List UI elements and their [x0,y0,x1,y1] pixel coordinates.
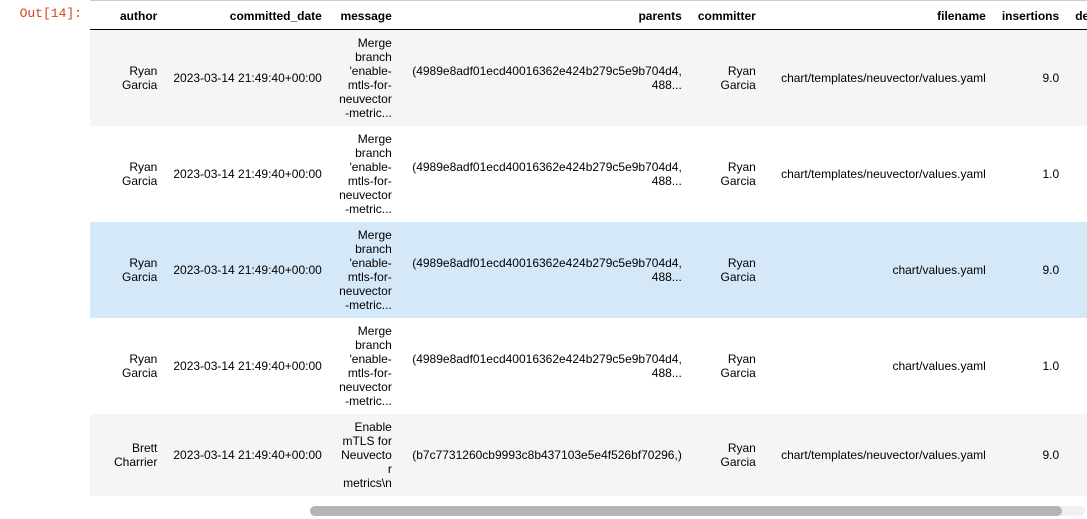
cell-message: Merge branch 'enable-mtls-for-neuvector-… [330,30,400,127]
cell-committer: Ryan Garcia [690,318,764,414]
table-row[interactable]: Ryan Garcia 2023-03-14 21:49:40+00:00 Me… [90,126,1087,222]
cell-deletions: 2.0 [1067,414,1087,496]
table-scroll[interactable]: author committed_date message parents co… [90,3,1087,496]
cell-insertions: 9.0 [994,30,1067,127]
output-prompt: Out[14]: [20,6,82,21]
col-author: author [106,3,165,30]
table-row[interactable]: Ryan Garcia 2023-03-14 21:49:40+00:00 Me… [90,318,1087,414]
col-committer: committer [690,3,764,30]
cell-author: Ryan Garcia [106,318,165,414]
cell-parents: (4989e8adf01ecd40016362e424b279c5e9b704d… [400,126,690,222]
cell-committer: Ryan Garcia [690,222,764,318]
dataframe-table: author committed_date message parents co… [90,3,1087,496]
col-deletions: deletions [1067,3,1087,30]
horizontal-scrollbar[interactable] [310,506,1085,516]
cell-deletions: 1.0 [1067,126,1087,222]
cell-author: Brett Charrier [106,414,165,496]
cell-parents: (4989e8adf01ecd40016362e424b279c5e9b704d… [400,318,690,414]
cell-insertions: 1.0 [994,318,1067,414]
row-index [90,126,106,222]
cell-filename: chart/values.yaml [764,318,994,414]
row-index [90,318,106,414]
cell-deletions: 1.0 [1067,318,1087,414]
row-index [90,30,106,127]
cell-filename: chart/templates/neuvector/values.yaml [764,414,994,496]
cell-date: 2023-03-14 21:49:40+00:00 [165,414,329,496]
cell-insertions: 9.0 [994,222,1067,318]
cell-parents: (4989e8adf01ecd40016362e424b279c5e9b704d… [400,30,690,127]
table-row[interactable]: Brett Charrier 2023-03-14 21:49:40+00:00… [90,414,1087,496]
cell-committer: Ryan Garcia [690,414,764,496]
cell-filename: chart/templates/neuvector/values.yaml [764,30,994,127]
cell-committer: Ryan Garcia [690,30,764,127]
cell-filename: chart/templates/neuvector/values.yaml [764,126,994,222]
cell-date: 2023-03-14 21:49:40+00:00 [165,222,329,318]
col-committed-date: committed_date [165,3,329,30]
cell-filename: chart/values.yaml [764,222,994,318]
output-area: author committed_date message parents co… [90,0,1087,496]
header-row: author committed_date message parents co… [90,3,1087,30]
cell-parents: (b7c7731260cb9993c8b437103e5e4f526bf7029… [400,414,690,496]
row-index [90,222,106,318]
cell-date: 2023-03-14 21:49:40+00:00 [165,318,329,414]
cell-deletions: 2.0 [1067,222,1087,318]
col-parents: parents [400,3,690,30]
cell-author: Ryan Garcia [106,30,165,127]
col-index [90,3,106,30]
cell-date: 2023-03-14 21:49:40+00:00 [165,126,329,222]
scrollbar-thumb[interactable] [310,506,1062,516]
cell-committer: Ryan Garcia [690,126,764,222]
cell-message: Merge branch 'enable-mtls-for-neuvector-… [330,318,400,414]
row-index [90,414,106,496]
cell-message: Merge branch 'enable-mtls-for-neuvector-… [330,126,400,222]
cell-message: Merge branch 'enable-mtls-for-neuvector-… [330,222,400,318]
col-insertions: insertions [994,3,1067,30]
cell-message: Enable mTLS for Neuvector metrics\n [330,414,400,496]
col-message: message [330,3,400,30]
col-filename: filename [764,3,994,30]
table-row[interactable]: Ryan Garcia 2023-03-14 21:49:40+00:00 Me… [90,30,1087,127]
cell-author: Ryan Garcia [106,222,165,318]
cell-insertions: 1.0 [994,126,1067,222]
table-row[interactable]: Ryan Garcia 2023-03-14 21:49:40+00:00 Me… [90,222,1087,318]
cell-parents: (4989e8adf01ecd40016362e424b279c5e9b704d… [400,222,690,318]
cell-insertions: 9.0 [994,414,1067,496]
cell-deletions: 2.0 [1067,30,1087,127]
cell-date: 2023-03-14 21:49:40+00:00 [165,30,329,127]
cell-author: Ryan Garcia [106,126,165,222]
